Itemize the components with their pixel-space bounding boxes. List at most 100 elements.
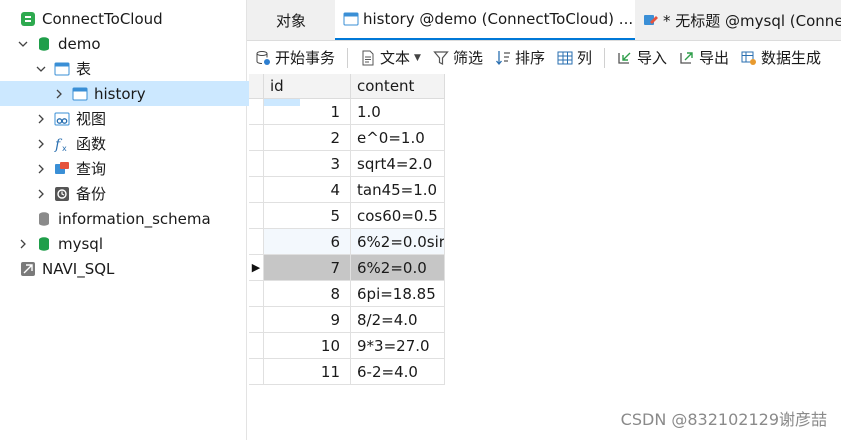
tree-label: information_schema [58,209,211,228]
toolbar-label: 筛选 [452,49,483,67]
columns-button[interactable]: 列 [551,41,598,74]
cell-content[interactable]: e^0=1.0 [351,125,445,151]
cell-content[interactable]: cos60=0.5 [351,203,445,229]
table-icon [343,11,359,27]
chevron-down-icon[interactable] [18,39,28,49]
tree-item-tables[interactable]: 表 [0,56,282,81]
table-row[interactable]: 9 8/2=4.0 [249,307,445,333]
chevron-down-icon[interactable] [36,64,46,74]
cell-content[interactable]: tan45=1.0 [351,177,445,203]
tree-item-navi-sql[interactable]: NAVI_SQL [0,256,266,281]
database-icon [36,36,52,52]
filter-icon [433,50,449,66]
tree-item-demo[interactable]: demo [0,31,264,56]
import-button[interactable]: 导入 [611,41,673,74]
toolbar-label: 开始事务 [275,49,336,67]
chevron-right-icon[interactable] [18,239,28,249]
tree-item-functions[interactable]: fx 函数 [0,131,282,156]
cell-id[interactable]: 9 [264,307,351,333]
import-icon [617,50,633,66]
row-indicator[interactable] [249,203,264,229]
cell-id[interactable]: 1 [264,99,351,125]
cell-content[interactable]: 6pi=18.85 [351,281,445,307]
cell-id[interactable]: 6 [264,229,351,255]
view-icon [54,111,70,127]
column-header-content[interactable]: content [351,74,445,99]
row-indicator[interactable] [249,307,264,333]
row-indicator[interactable] [249,229,264,255]
column-header-label: content [357,77,415,95]
column-header-id[interactable]: id [264,74,351,99]
table-row[interactable]: 11 6-2=4.0 [249,359,445,385]
tab-history[interactable]: history @demo (ConnectToCloud) ... [335,0,635,40]
filter-button[interactable]: 筛选 [427,41,489,74]
tree-item-views[interactable]: 视图 [0,106,282,131]
table-row[interactable]: 5 cos60=0.5 [249,203,445,229]
toolbar-divider [604,47,605,68]
tree-item-information-schema[interactable]: information_schema [0,206,282,231]
transaction-icon [255,50,271,66]
caret-down-icon[interactable]: ▼ [414,53,421,63]
row-indicator[interactable] [249,99,264,125]
cell-content[interactable]: 9*3=27.0 [351,333,445,359]
row-indicator[interactable] [249,333,264,359]
chevron-right-icon[interactable] [36,139,46,149]
tree-label: 备份 [76,185,107,203]
tree-item-backups[interactable]: 备份 [0,181,282,206]
table-row-current[interactable]: ▶ 7 6%2=0.0 [249,255,445,281]
row-indicator[interactable] [249,281,264,307]
cell-content[interactable]: 6%2=0.0 [351,255,445,281]
tree-label: mysql [58,234,103,253]
database-icon [36,211,52,227]
tree-item-mysql[interactable]: mysql [0,231,264,256]
cell-content[interactable]: 1.0 [351,99,445,125]
chevron-right-icon[interactable] [36,189,46,199]
chevron-right-icon[interactable] [54,89,64,99]
table-row[interactable]: 6 6%2=0.0sir [249,229,445,255]
row-indicator[interactable] [249,177,264,203]
chevron-right-icon[interactable] [36,164,46,174]
current-row-arrow-icon[interactable]: ▶ [249,255,264,281]
export-button[interactable]: 导出 [673,41,735,74]
table-row[interactable]: 2 e^0=1.0 [249,125,445,151]
table-row[interactable]: 3 sqrt4=2.0 [249,151,445,177]
text-view-button[interactable]: 文本 ▼ [354,41,427,74]
cell-id[interactable]: 8 [264,281,351,307]
toolbar-label: 排序 [514,49,545,67]
table-row[interactable]: 8 6pi=18.85 [249,281,445,307]
tab-label: * 无标题 @mysql (Connec [663,11,841,30]
tab-untitled-query[interactable]: * 无标题 @mysql (Connec [635,0,841,40]
tab-objects[interactable]: 对象 [247,0,335,40]
tree-item-queries[interactable]: 查询 [0,156,282,181]
connection-icon [20,11,36,27]
cell-content[interactable]: 6-2=4.0 [351,359,445,385]
table-row[interactable]: 4 tan45=1.0 [249,177,445,203]
svg-text:x: x [62,144,67,152]
cell-id[interactable]: 7 [264,255,351,281]
document-icon [360,50,376,66]
table-row[interactable]: 1 1.0 [249,99,445,125]
tree-item-connection[interactable]: ConnectToCloud [0,6,266,31]
cell-id[interactable]: 5 [264,203,351,229]
begin-transaction-button[interactable]: 开始事务 [247,41,341,74]
data-generation-button[interactable]: 数据生成 [735,41,827,74]
sort-button[interactable]: 排序 [489,41,551,74]
row-indicator[interactable] [249,125,264,151]
tree-label: demo [58,34,101,53]
cell-content[interactable]: 8/2=4.0 [351,307,445,333]
chevron-right-icon[interactable] [36,114,46,124]
row-indicator[interactable] [249,359,264,385]
table-icon [72,86,88,102]
row-indicator[interactable] [249,151,264,177]
navigation-tree: ConnectToCloud demo 表 history 视图 fx 函数 查… [0,0,300,440]
cell-content[interactable]: 6%2=0.0sir [351,229,445,255]
cell-id[interactable]: 2 [264,125,351,151]
cell-id[interactable]: 10 [264,333,351,359]
cell-id[interactable]: 3 [264,151,351,177]
table-row[interactable]: 10 9*3=27.0 [249,333,445,359]
row-indicator-header [249,74,264,99]
cell-content[interactable]: sqrt4=2.0 [351,151,445,177]
export-icon [679,50,695,66]
cell-id[interactable]: 4 [264,177,351,203]
cell-id[interactable]: 11 [264,359,351,385]
